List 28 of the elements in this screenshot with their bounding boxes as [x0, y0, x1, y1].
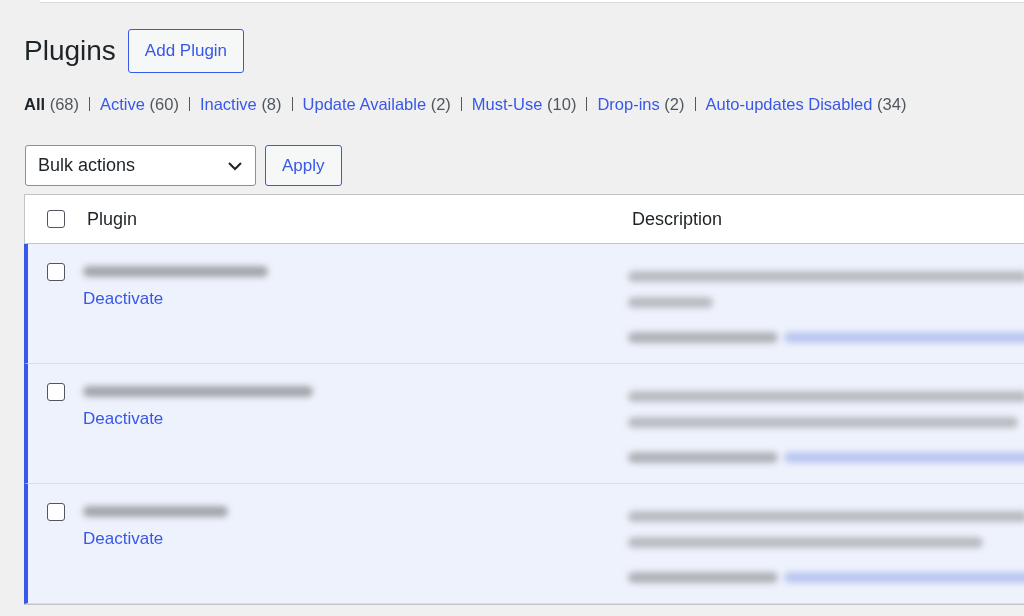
checkbox[interactable]: [47, 210, 65, 228]
bulk-actions-dropdown[interactable]: Bulk actions: [25, 145, 256, 186]
chevron-down-icon: [227, 160, 243, 171]
filter-count: (8): [261, 95, 282, 113]
filter-count: (2): [664, 95, 685, 113]
filter-link[interactable]: Active: [100, 95, 145, 113]
filter-link[interactable]: Inactive: [199, 95, 257, 113]
filter-count: (68): [49, 95, 80, 113]
deactivate-link[interactable]: Deactivate: [83, 409, 164, 429]
filter-count: (10): [547, 95, 577, 113]
add-plugin-button[interactable]: Add Plugin: [127, 29, 245, 73]
deactivate-link[interactable]: Deactivate: [83, 289, 164, 309]
apply-button[interactable]: Apply: [265, 145, 342, 186]
page-title: Plugins: [24, 35, 116, 67]
filter-link[interactable]: Drop-ins: [597, 95, 660, 113]
column-header: Description: [632, 208, 723, 229]
column-header: Plugin: [87, 208, 138, 229]
checkbox[interactable]: [46, 383, 65, 401]
filter-count: (2): [430, 95, 451, 113]
filter-link[interactable]: Auto-updates Disabled: [705, 95, 873, 113]
checkbox[interactable]: [46, 263, 65, 281]
filter-count: (34): [877, 95, 907, 113]
filter-link[interactable]: Must-Use: [471, 95, 543, 113]
checkbox[interactable]: [46, 503, 65, 521]
filter-count: (60): [149, 95, 179, 113]
filter-link[interactable]: All: [24, 95, 46, 113]
deactivate-link[interactable]: Deactivate: [83, 529, 164, 549]
filter-link[interactable]: Update Available: [302, 95, 427, 113]
